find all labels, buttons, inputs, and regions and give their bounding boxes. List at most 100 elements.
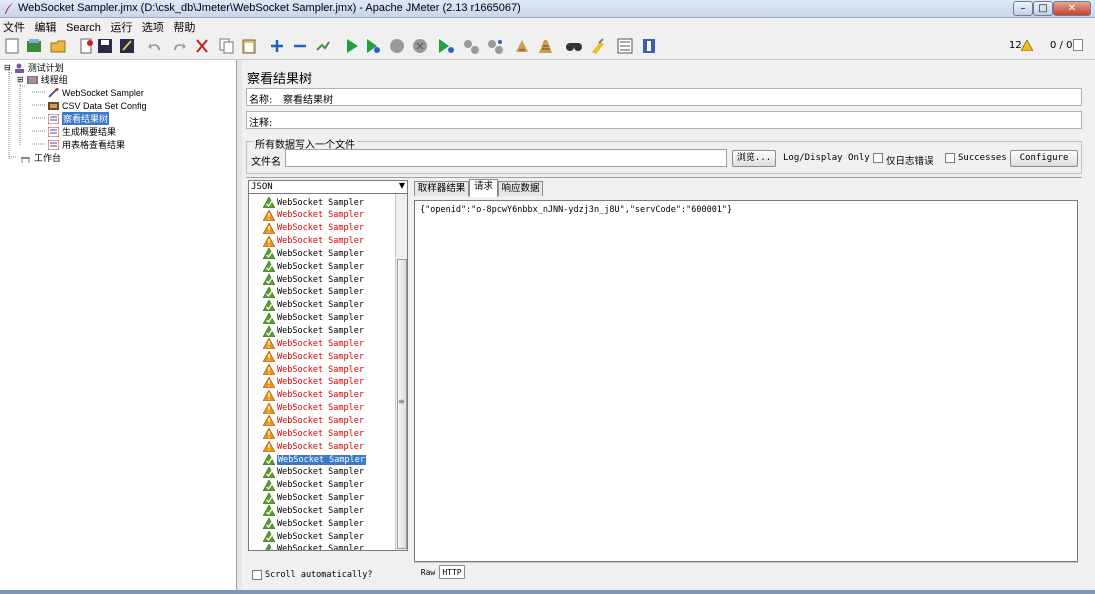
- paste-icon[interactable]: [240, 37, 258, 55]
- result-item[interactable]: WebSocket Sampler: [263, 453, 366, 466]
- result-item[interactable]: WebSocket Sampler: [263, 222, 364, 235]
- result-item[interactable]: WebSocket Sampler: [263, 312, 364, 325]
- result-item[interactable]: WebSocket Sampler: [263, 466, 364, 479]
- close-file-icon[interactable]: [78, 37, 96, 55]
- configure-button[interactable]: Configure: [1010, 150, 1078, 167]
- save-as-icon[interactable]: [118, 37, 136, 55]
- warning-icon[interactable]: [1021, 40, 1033, 51]
- warning-icon: [263, 364, 275, 376]
- remote-shutdown-icon[interactable]: [486, 37, 504, 55]
- tab-raw[interactable]: Raw: [417, 566, 439, 579]
- result-item[interactable]: WebSocket Sampler: [263, 286, 364, 299]
- result-item[interactable]: WebSocket Sampler: [263, 235, 364, 248]
- help-icon[interactable]: [640, 37, 658, 55]
- result-item[interactable]: WebSocket Sampler: [263, 402, 364, 415]
- result-item-label: WebSocket Sampler: [277, 364, 364, 375]
- success-icon: [263, 312, 275, 324]
- success-icon: [263, 492, 275, 504]
- collapse-toggle-icon[interactable]: ⊟: [17, 75, 24, 84]
- toggle-icon[interactable]: [314, 37, 332, 55]
- result-item[interactable]: WebSocket Sampler: [263, 530, 364, 543]
- result-item[interactable]: WebSocket Sampler: [263, 209, 364, 222]
- tree-item-workbench[interactable]: 工作台: [20, 151, 61, 164]
- copy-icon[interactable]: [218, 37, 236, 55]
- start-no-pause-icon[interactable]: [364, 37, 382, 55]
- search-icon[interactable]: [565, 37, 583, 55]
- open-icon[interactable]: [49, 37, 67, 55]
- templates-icon[interactable]: [25, 37, 43, 55]
- shutdown-icon[interactable]: [411, 37, 429, 55]
- tree-item-csv-config[interactable]: CSV Data Set Config: [48, 99, 147, 112]
- result-item-label: WebSocket Sampler: [277, 428, 364, 439]
- minimize-button[interactable]: –: [1013, 1, 1033, 16]
- remote-start-icon[interactable]: [437, 37, 455, 55]
- result-item[interactable]: WebSocket Sampler: [263, 543, 364, 550]
- tab-response-data[interactable]: 响应数据: [498, 181, 543, 196]
- start-icon[interactable]: [343, 37, 361, 55]
- result-item-label: WebSocket Sampler: [277, 261, 364, 272]
- browse-button[interactable]: 浏览...: [732, 150, 776, 167]
- clear-all-icon[interactable]: [537, 37, 555, 55]
- tree-item-websocket-sampler[interactable]: WebSocket Sampler: [48, 86, 144, 99]
- tree-item-thread-group[interactable]: ⊟ 线程组: [17, 73, 68, 86]
- collapse-toggle-icon[interactable]: ⊟: [4, 63, 11, 72]
- save-icon[interactable]: [96, 37, 114, 55]
- expand-icon[interactable]: [268, 37, 286, 55]
- result-item[interactable]: WebSocket Sampler: [263, 325, 364, 338]
- tab-request[interactable]: 请求: [469, 179, 498, 197]
- stop-icon[interactable]: [388, 37, 406, 55]
- tab-sampler-result[interactable]: 取样器结果: [414, 181, 469, 196]
- tree-item-view-results-table[interactable]: 用表格查看结果: [48, 138, 125, 151]
- result-item[interactable]: WebSocket Sampler: [263, 427, 364, 440]
- result-item[interactable]: WebSocket Sampler: [263, 479, 364, 492]
- scroll-automatically-checkbox[interactable]: [252, 570, 262, 580]
- result-item[interactable]: WebSocket Sampler: [263, 196, 364, 209]
- redo-icon[interactable]: [170, 37, 188, 55]
- result-item-label: WebSocket Sampler: [277, 377, 364, 388]
- comment-field[interactable]: [283, 114, 1073, 127]
- result-item[interactable]: WebSocket Sampler: [263, 350, 364, 363]
- result-item[interactable]: WebSocket Sampler: [263, 389, 364, 402]
- result-item[interactable]: WebSocket Sampler: [263, 363, 364, 376]
- result-item[interactable]: WebSocket Sampler: [263, 337, 364, 350]
- result-item-label: WebSocket Sampler: [277, 313, 364, 324]
- errors-only-checkbox[interactable]: [873, 153, 883, 163]
- tree-item-view-results-tree[interactable]: 察看结果树: [48, 112, 110, 125]
- results-scrollbar[interactable]: ≡: [395, 194, 407, 550]
- result-item[interactable]: WebSocket Sampler: [263, 273, 364, 286]
- undo-icon[interactable]: [146, 37, 164, 55]
- result-item[interactable]: WebSocket Sampler: [263, 247, 364, 260]
- menu-search[interactable]: Search: [63, 21, 104, 35]
- scroll-automatically-label: Scroll automatically?: [265, 570, 373, 580]
- tab-http[interactable]: HTTP: [439, 565, 465, 579]
- reset-search-icon[interactable]: [589, 37, 607, 55]
- warning-icon: [263, 376, 275, 388]
- success-icon: [263, 299, 275, 311]
- clear-icon[interactable]: [513, 37, 531, 55]
- cut-icon[interactable]: [193, 37, 211, 55]
- renderer-select[interactable]: JSON ▼: [248, 180, 408, 194]
- result-item[interactable]: WebSocket Sampler: [263, 376, 364, 389]
- result-item[interactable]: WebSocket Sampler: [263, 517, 364, 530]
- request-text-area[interactable]: {"openid":"o-8pcwY6nbbx_nJNN-ydzj3n_j8U"…: [415, 201, 1077, 561]
- result-item[interactable]: WebSocket Sampler: [263, 504, 364, 517]
- success-icon: [263, 197, 275, 208]
- successes-checkbox[interactable]: [945, 153, 955, 163]
- errors-only-label: 仅日志错误: [886, 156, 934, 167]
- close-button[interactable]: ✕: [1053, 1, 1091, 16]
- collapse-icon[interactable]: [291, 37, 309, 55]
- new-icon[interactable]: [3, 37, 21, 55]
- tree-item-summary-report[interactable]: 生成概要结果: [48, 125, 116, 138]
- result-item[interactable]: WebSocket Sampler: [263, 492, 364, 505]
- result-item[interactable]: WebSocket Sampler: [263, 414, 364, 427]
- result-item[interactable]: WebSocket Sampler: [263, 440, 364, 453]
- function-helper-icon[interactable]: [616, 37, 634, 55]
- result-item[interactable]: WebSocket Sampler: [263, 260, 364, 273]
- remote-stop-icon[interactable]: [462, 37, 480, 55]
- name-field[interactable]: 察看结果树: [283, 91, 333, 106]
- comment-label: 注释:: [249, 118, 273, 129]
- result-item[interactable]: WebSocket Sampler: [263, 299, 364, 312]
- filename-input[interactable]: [285, 149, 727, 167]
- request-view-tabs: Raw HTTP: [414, 562, 1078, 580]
- maximize-button[interactable]: □: [1033, 1, 1053, 16]
